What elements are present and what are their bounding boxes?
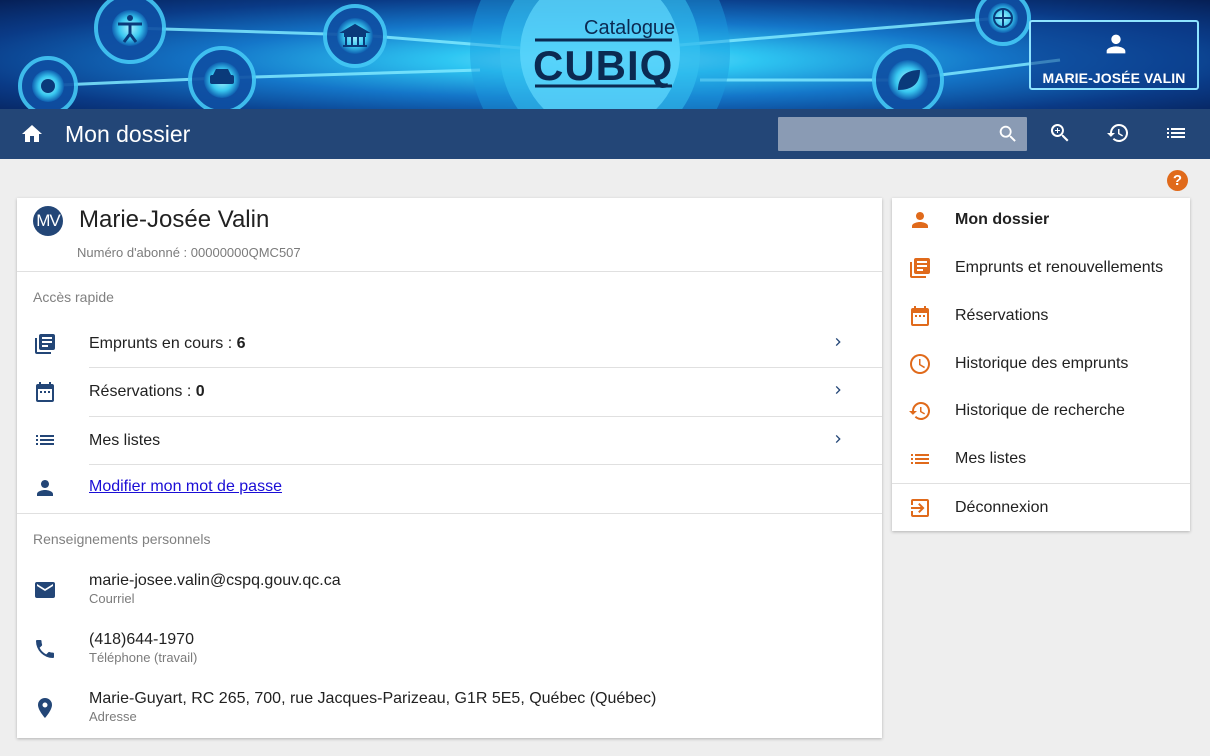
email-label: Courriel <box>89 591 135 606</box>
divider <box>89 464 882 465</box>
loans-count: 6 <box>236 335 246 352</box>
account-side-menu: Mon dossier Emprunts et renouvellements … <box>892 198 1190 531</box>
menu-item-label: Déconnexion <box>955 499 1049 516</box>
banner-node-brain-icon <box>18 56 78 109</box>
home-icon[interactable] <box>20 122 44 151</box>
subscriber-number: Numéro d'abonné : 00000000QMC507 <box>77 245 301 260</box>
user-account-button[interactable]: MARIE-JOSÉE VALIN <box>1029 20 1199 90</box>
divider <box>17 271 882 272</box>
user-name: MARIE-JOSÉE VALIN <box>1042 70 1186 86</box>
menu-item-label: Historique des emprunts <box>955 355 1129 372</box>
app-toolbar: Mon dossier <box>0 109 1210 159</box>
menu-item-label: Réservations <box>955 307 1049 324</box>
location-pin-icon <box>33 696 57 725</box>
phone-value: (418)644-1970 <box>89 631 194 648</box>
page-title: Mon dossier <box>65 121 191 147</box>
chevron-right-icon[interactable] <box>830 332 846 357</box>
library-books-icon <box>33 332 57 361</box>
reservations-row[interactable]: Réservations : 0 <box>89 383 205 401</box>
avatar: MV <box>33 206 63 236</box>
search-icon[interactable] <box>997 123 1019 150</box>
divider <box>17 513 882 514</box>
reservations-count: 0 <box>195 383 205 400</box>
menu-item-label: Mon dossier <box>955 211 1050 228</box>
history-icon[interactable] <box>1106 121 1132 147</box>
logo-brand-text: CUBIQ <box>533 42 673 89</box>
my-lists-row[interactable]: Mes listes <box>89 432 160 450</box>
email-value: marie-josee.valin@cspq.gouv.qc.ca <box>89 572 341 589</box>
chevron-right-icon[interactable] <box>830 429 846 454</box>
zoom-search-icon[interactable] <box>1048 121 1074 147</box>
banner-node-car-icon <box>188 46 256 109</box>
reservations-label: Réservations : <box>89 383 196 400</box>
profile-name: Marie-Josée Valin <box>79 206 270 233</box>
banner-node-accessibility-icon <box>94 0 166 64</box>
address-value: Marie-Guyart, RC 265, 700, rue Jacques-P… <box>89 690 657 707</box>
list-icon <box>33 428 57 457</box>
phone-icon <box>33 637 57 666</box>
logout-icon <box>908 496 932 525</box>
phone-label: Téléphone (travail) <box>89 650 198 665</box>
person-icon <box>908 208 932 237</box>
person-icon <box>33 476 57 505</box>
list-icon <box>908 447 932 476</box>
search-box[interactable] <box>778 117 1027 151</box>
divider <box>89 367 882 368</box>
menu-item-label: Mes listes <box>955 450 1027 467</box>
search-input[interactable] <box>778 117 988 151</box>
banner-node-bank-icon <box>323 4 387 68</box>
menu-item-label: Emprunts et renouvellements <box>955 259 1164 276</box>
address-label: Adresse <box>89 709 137 724</box>
banner-node-globe-icon <box>975 0 1031 46</box>
library-books-icon <box>908 256 932 285</box>
calendar-icon <box>908 304 932 333</box>
loans-label: Emprunts en cours : <box>89 335 237 352</box>
loans-row[interactable]: Emprunts en cours : 6 <box>89 335 246 353</box>
divider <box>89 416 882 417</box>
clock-icon <box>908 352 932 381</box>
list-icon[interactable] <box>1164 121 1190 147</box>
change-password-link[interactable]: Modifier mon mot de passe <box>89 478 282 496</box>
mail-icon <box>33 578 57 607</box>
menu-item-label: Historique de recherche <box>955 402 1125 419</box>
personal-info-title: Renseignements personnels <box>33 531 211 547</box>
profile-card: MV Marie-Josée Valin Numéro d'abonné : 0… <box>17 198 882 738</box>
chevron-right-icon[interactable] <box>830 380 846 405</box>
history-icon <box>908 399 932 428</box>
header-banner: Catalogue CUBIQ MARIE-JOSÉE VALIN <box>0 0 1210 109</box>
help-icon[interactable]: ? <box>1167 170 1188 191</box>
divider <box>892 483 1190 484</box>
banner-node-leaf-icon <box>872 44 944 109</box>
logo-catalogue-text: Catalogue <box>584 17 675 39</box>
quick-access-title: Accès rapide <box>33 289 114 305</box>
calendar-icon <box>33 380 57 409</box>
